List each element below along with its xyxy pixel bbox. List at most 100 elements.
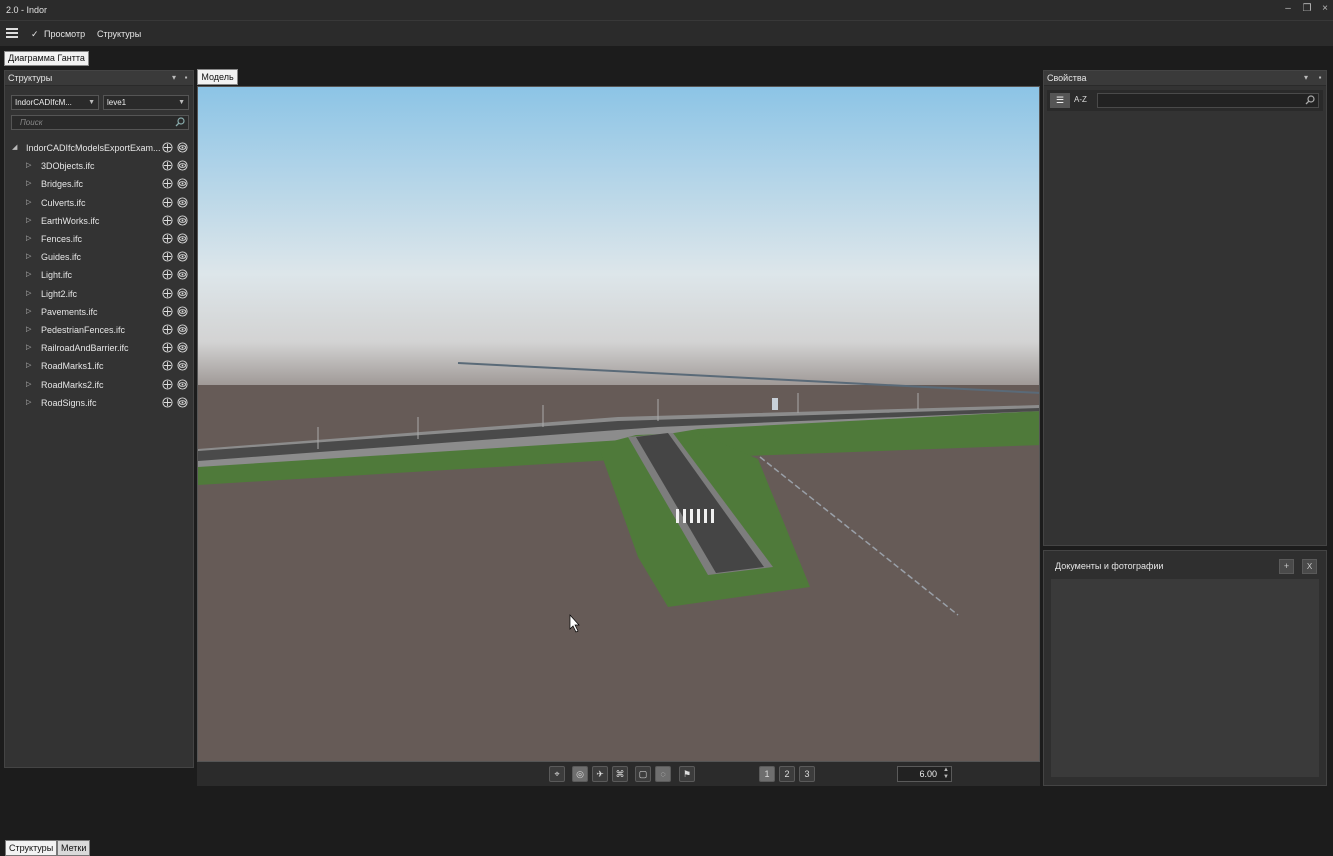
tree-item[interactable]: ▷ RoadMarks1.ifc <box>5 357 193 375</box>
move-icon[interactable] <box>162 251 173 262</box>
move-icon[interactable] <box>162 306 173 317</box>
minimize-icon[interactable]: – <box>1282 3 1294 15</box>
stepper-arrows-icon[interactable]: ▲ ▼ <box>943 767 949 781</box>
eye-icon[interactable] <box>177 360 188 371</box>
collapsed-arrow-icon[interactable]: ▷ <box>26 289 34 298</box>
close-icon[interactable]: × <box>1319 3 1331 15</box>
gantt-chart-button[interactable]: Диаграмма Гантта <box>4 51 89 66</box>
project-select[interactable]: IndorCADIfcM... ▼ <box>11 95 99 110</box>
collapsed-arrow-icon[interactable]: ▷ <box>26 198 34 207</box>
move-icon[interactable] <box>162 269 173 280</box>
move-icon[interactable] <box>162 288 173 299</box>
tree-item[interactable]: ▷ Bridges.ifc <box>5 175 193 193</box>
tree-item[interactable]: ▷ RailroadAndBarrier.ifc <box>5 339 193 357</box>
tab-structures[interactable]: Структуры <box>5 840 58 856</box>
move-icon[interactable] <box>162 233 173 244</box>
move-icon[interactable] <box>162 379 173 390</box>
menu-view[interactable]: Просмотр <box>44 29 85 39</box>
3d-viewport[interactable] <box>197 86 1040 762</box>
eye-icon[interactable] <box>177 342 188 353</box>
eye-icon[interactable] <box>177 233 188 244</box>
move-icon[interactable] <box>162 178 173 189</box>
add-document-button[interactable]: + <box>1279 559 1294 574</box>
structures-tree: ◢ IndorCADIfcModelsExportExam... ▷ 3DObje… <box>5 139 193 419</box>
fly-icon[interactable]: ✈ <box>592 766 608 782</box>
section-icon[interactable]: ◌ <box>655 766 671 782</box>
tree-item[interactable]: ▷ Guides.ifc <box>5 248 193 266</box>
collapsed-arrow-icon[interactable]: ▷ <box>26 307 34 316</box>
eye-icon[interactable] <box>177 306 188 317</box>
select-box-icon[interactable]: ▢ <box>635 766 651 782</box>
properties-search-input[interactable] <box>1097 93 1319 108</box>
tree-item[interactable]: ▷ Fences.ifc <box>5 230 193 248</box>
hamburger-menu-icon[interactable] <box>6 28 18 38</box>
structures-search-input[interactable]: Поиск <box>11 115 189 130</box>
sort-az-button[interactable]: A-Z <box>1074 95 1087 104</box>
collapsed-arrow-icon[interactable]: ▷ <box>26 380 34 389</box>
tree-item[interactable]: ▷ 3DObjects.ifc <box>5 157 193 175</box>
eye-icon[interactable] <box>177 269 188 280</box>
move-icon[interactable] <box>162 397 173 408</box>
move-icon[interactable] <box>162 342 173 353</box>
collapsed-arrow-icon[interactable]: ▷ <box>26 179 34 188</box>
tree-item[interactable]: ▷ RoadSigns.ifc <box>5 394 193 412</box>
level-select[interactable]: leve1 ▼ <box>103 95 189 110</box>
search-icon[interactable] <box>1305 95 1315 105</box>
panel-dropdown-icon[interactable]: ▾ <box>1301 73 1311 83</box>
running-man-icon[interactable]: ⚑ <box>679 766 695 782</box>
collapsed-arrow-icon[interactable]: ▷ <box>26 161 34 170</box>
move-icon[interactable] <box>162 324 173 335</box>
tree-item[interactable]: ▷ Pavements.ifc <box>5 303 193 321</box>
collapsed-arrow-icon[interactable]: ▷ <box>26 234 34 243</box>
view-3-button[interactable]: 3 <box>799 766 815 782</box>
menu-structures[interactable]: Структуры <box>97 29 141 39</box>
view-2-button[interactable]: 2 <box>779 766 795 782</box>
panel-dropdown-icon[interactable]: ▾ <box>169 73 179 83</box>
walk-icon[interactable]: ⌘ <box>612 766 628 782</box>
tab-marks[interactable]: Метки <box>57 840 91 856</box>
tab-model[interactable]: Модель <box>197 69 238 85</box>
move-icon[interactable] <box>162 215 173 226</box>
placemark-icon[interactable]: ⌖ <box>549 766 565 782</box>
collapsed-arrow-icon[interactable]: ▷ <box>26 252 34 261</box>
tree-item[interactable]: ▷ Light.ifc <box>5 266 193 284</box>
eye-icon[interactable] <box>177 142 188 153</box>
tree-item[interactable]: ▷ EarthWorks.ifc <box>5 212 193 230</box>
search-icon[interactable] <box>175 117 185 127</box>
documents-list[interactable] <box>1051 579 1319 777</box>
orbit-icon[interactable]: ◎ <box>572 766 588 782</box>
speed-stepper[interactable]: 6.00 ▲ ▼ <box>897 766 952 782</box>
eye-icon[interactable] <box>177 178 188 189</box>
move-icon[interactable] <box>162 160 173 171</box>
eye-icon[interactable] <box>177 215 188 226</box>
eye-icon[interactable] <box>177 251 188 262</box>
collapsed-arrow-icon[interactable]: ▷ <box>26 270 34 279</box>
eye-icon[interactable] <box>177 379 188 390</box>
panel-pin-icon[interactable]: ▪ <box>181 73 191 83</box>
expanded-arrow-icon[interactable]: ◢ <box>12 143 20 152</box>
3d-scene[interactable] <box>198 87 1040 762</box>
tree-root-row[interactable]: ◢ IndorCADIfcModelsExportExam... <box>5 139 193 157</box>
eye-icon[interactable] <box>177 197 188 208</box>
categorized-list-icon[interactable]: ☰ <box>1050 93 1070 108</box>
tree-item[interactable]: ▷ RoadMarks2.ifc <box>5 376 193 394</box>
panel-pin-icon[interactable]: ▪ <box>1315 73 1325 83</box>
move-icon[interactable] <box>162 142 173 153</box>
collapsed-arrow-icon[interactable]: ▷ <box>26 216 34 225</box>
move-icon[interactable] <box>162 197 173 208</box>
collapsed-arrow-icon[interactable]: ▷ <box>26 343 34 352</box>
collapsed-arrow-icon[interactable]: ▷ <box>26 398 34 407</box>
collapsed-arrow-icon[interactable]: ▷ <box>26 361 34 370</box>
collapsed-arrow-icon[interactable]: ▷ <box>26 325 34 334</box>
remove-document-button[interactable]: X <box>1302 559 1317 574</box>
eye-icon[interactable] <box>177 288 188 299</box>
tree-item[interactable]: ▷ Light2.ifc <box>5 285 193 303</box>
move-icon[interactable] <box>162 360 173 371</box>
eye-icon[interactable] <box>177 324 188 335</box>
tree-item[interactable]: ▷ Culverts.ifc <box>5 194 193 212</box>
tree-item[interactable]: ▷ PedestrianFences.ifc <box>5 321 193 339</box>
eye-icon[interactable] <box>177 397 188 408</box>
eye-icon[interactable] <box>177 160 188 171</box>
view-1-button[interactable]: 1 <box>759 766 775 782</box>
restore-icon[interactable]: ❐ <box>1301 3 1313 15</box>
